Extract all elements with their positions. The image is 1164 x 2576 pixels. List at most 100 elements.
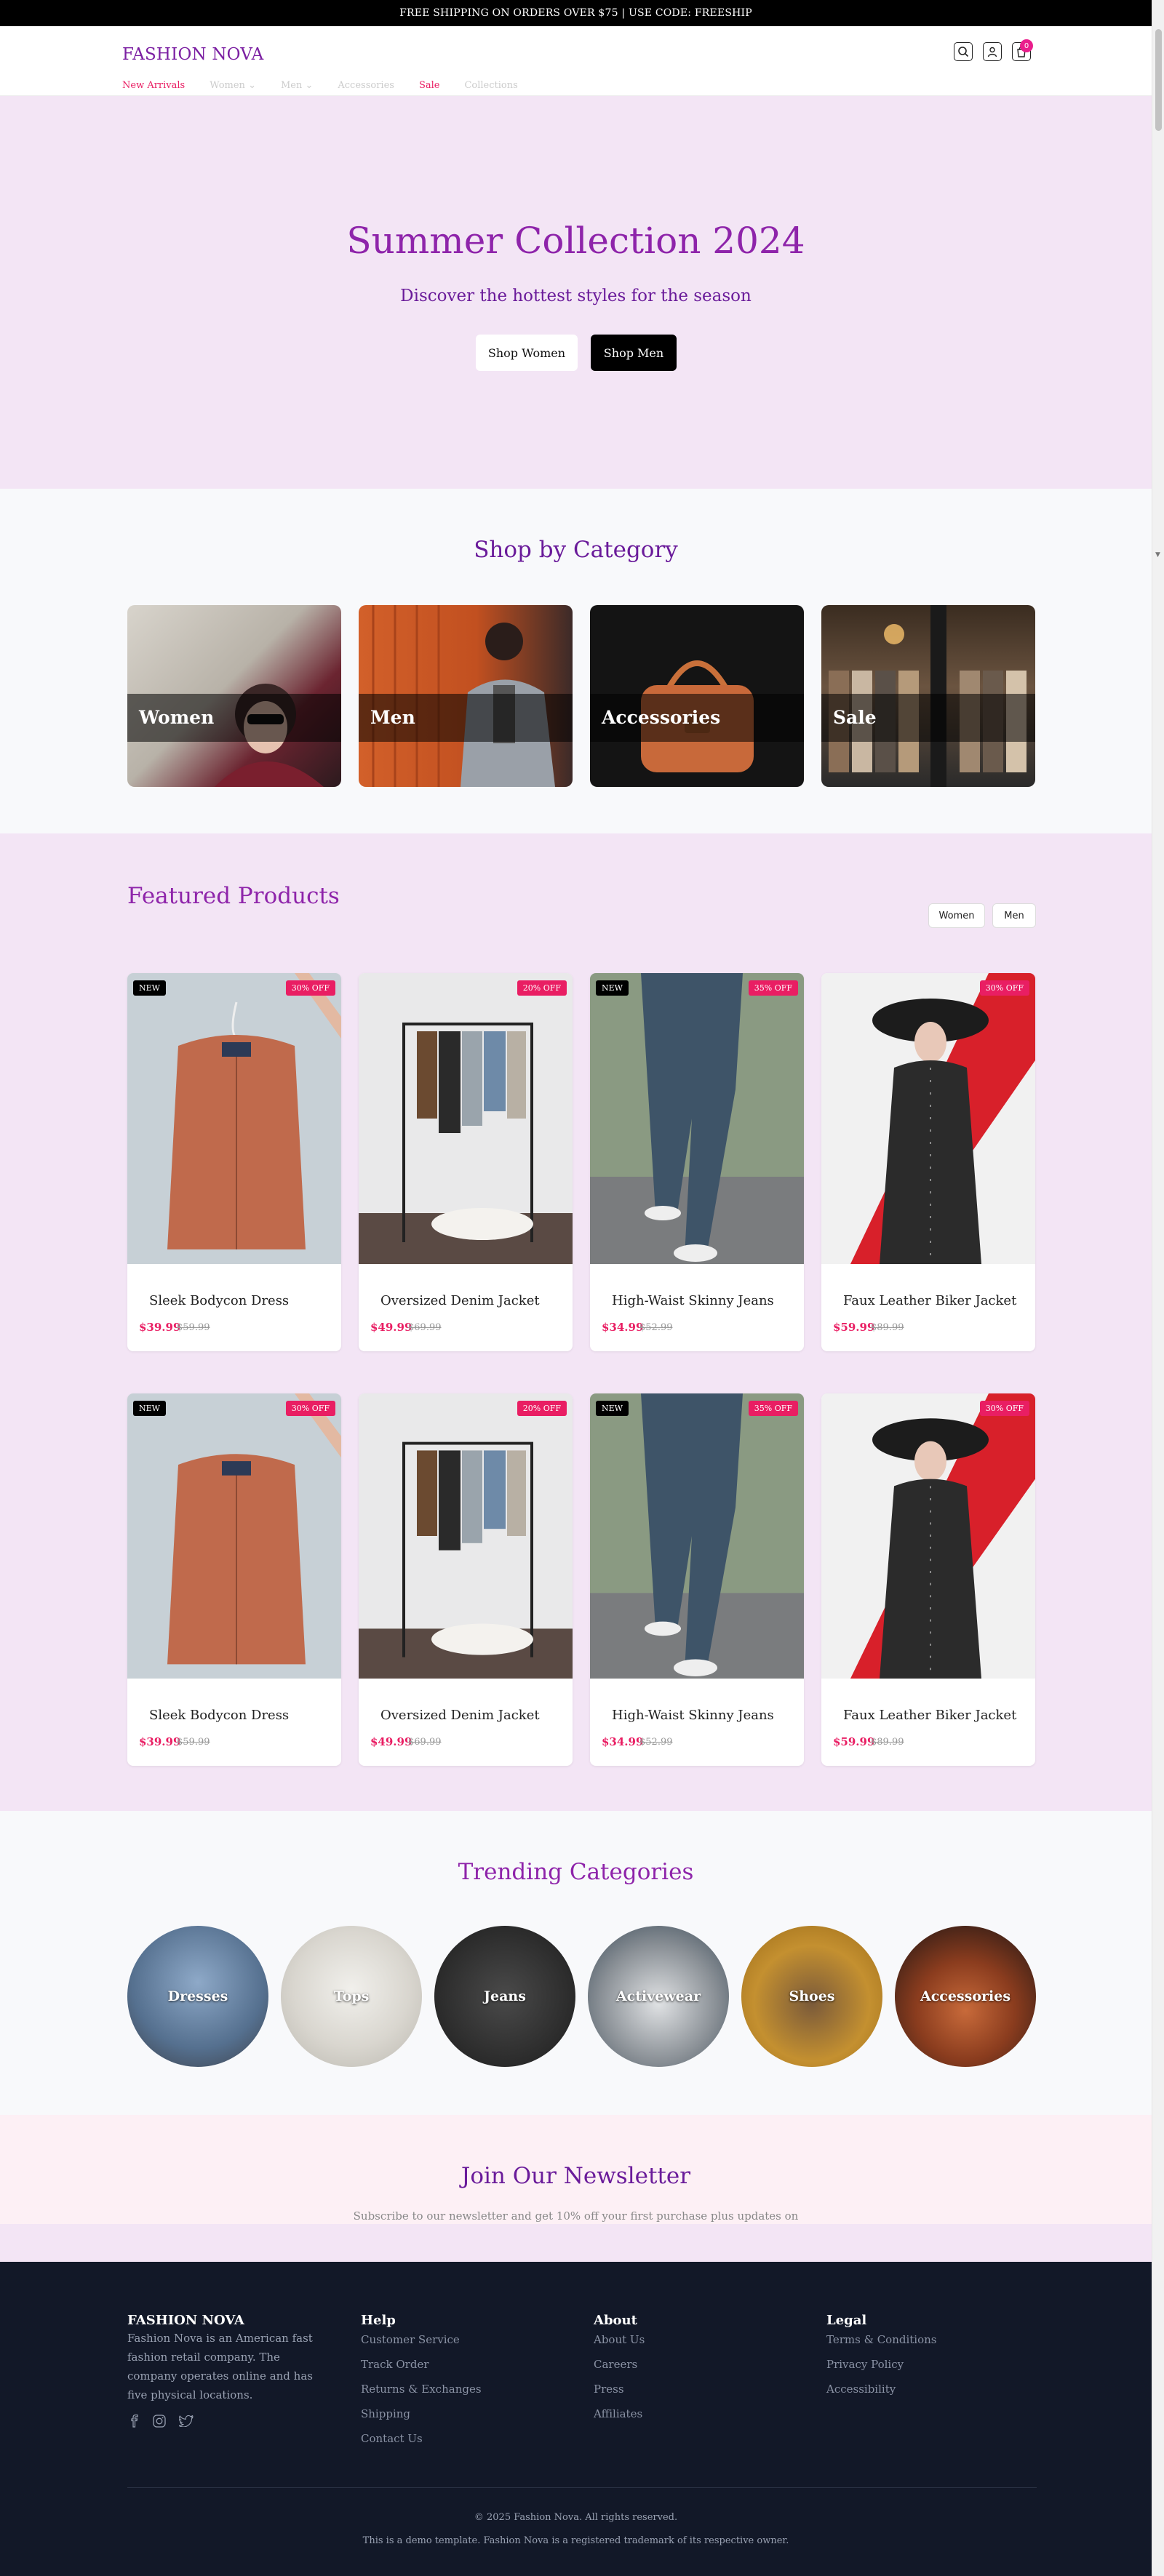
discount-badge: 35% OFF bbox=[748, 1401, 798, 1416]
trending-label: Dresses bbox=[167, 1988, 228, 2004]
main-nav: New Arrivals Women ⌄ Men ⌄ Accessories S… bbox=[122, 80, 543, 91]
product-image bbox=[359, 973, 573, 1264]
product-name: Oversized Denim Jacket bbox=[380, 1708, 540, 1723]
site-header: FASHION NOVA 0 New Arrivals Women ⌄ Men … bbox=[0, 26, 1152, 96]
product-card[interactable]: 30% OFF Faux Leather Biker Jacket $59.99… bbox=[821, 973, 1035, 1351]
product-price: $39.99 bbox=[139, 1735, 181, 1748]
product-card[interactable]: 20% OFF Oversized Denim Jacket $49.99 $6… bbox=[359, 973, 573, 1351]
product-image bbox=[127, 1393, 341, 1679]
filter-women-button[interactable]: Women bbox=[928, 903, 985, 928]
product-price: $59.99 bbox=[833, 1321, 875, 1334]
footer-about-title: About bbox=[594, 2313, 637, 2328]
nav-collections[interactable]: Collections bbox=[464, 80, 517, 91]
cart-count-badge: 0 bbox=[1020, 39, 1033, 52]
footer-link[interactable]: Returns & Exchanges bbox=[361, 2383, 482, 2396]
footer-link[interactable]: Contact Us bbox=[361, 2432, 423, 2445]
trending-item-dresses[interactable]: Dresses bbox=[127, 1926, 268, 2067]
trending-title: Trending Categories bbox=[458, 1859, 694, 1885]
footer-link[interactable]: Privacy Policy bbox=[826, 2358, 904, 2371]
product-price: $59.99 bbox=[833, 1735, 875, 1748]
new-badge: NEW bbox=[133, 980, 166, 996]
facebook-icon[interactable] bbox=[129, 2414, 140, 2431]
product-name: Sleek Bodycon Dress bbox=[149, 1293, 290, 1308]
category-label: Sale bbox=[821, 694, 1035, 742]
product-price: $34.99 bbox=[602, 1735, 644, 1748]
category-card-men[interactable]: Men bbox=[359, 605, 573, 787]
product-card[interactable]: 20% OFF Oversized Denim Jacket $49.99 $6… bbox=[359, 1393, 573, 1766]
product-card[interactable]: NEW 30% OFF Sleek Bodycon Dress $39.99 $… bbox=[127, 973, 341, 1351]
category-card-women[interactable]: Women bbox=[127, 605, 341, 787]
nav-women-label: Women bbox=[210, 80, 245, 91]
hero-title: Summer Collection 2024 bbox=[346, 220, 805, 262]
twitter-icon[interactable] bbox=[178, 2415, 194, 2430]
product-price: $39.99 bbox=[139, 1321, 181, 1334]
featured-title: Featured Products bbox=[127, 883, 340, 909]
product-image bbox=[821, 1393, 1035, 1679]
trending-item-jeans[interactable]: Jeans bbox=[434, 1926, 575, 2067]
product-card[interactable]: 30% OFF Faux Leather Biker Jacket $59.99… bbox=[821, 1393, 1035, 1766]
product-old-price: $52.99 bbox=[639, 1737, 673, 1748]
trending-label: Jeans bbox=[484, 1988, 526, 2004]
product-old-price: $69.99 bbox=[408, 1322, 442, 1333]
footer-link[interactable]: Track Order bbox=[361, 2358, 429, 2371]
footer-link[interactable]: Shipping bbox=[361, 2407, 410, 2420]
product-name: High-Waist Skinny Jeans bbox=[612, 1708, 774, 1723]
shop-men-button[interactable]: Shop Men bbox=[591, 335, 677, 371]
scrollbar-thumb[interactable] bbox=[1155, 29, 1162, 131]
discount-badge: 30% OFF bbox=[285, 1401, 335, 1416]
footer-link[interactable]: Affiliates bbox=[594, 2407, 642, 2420]
hero-subtitle: Discover the hottest styles for the seas… bbox=[400, 287, 752, 305]
product-old-price: $52.99 bbox=[639, 1322, 673, 1333]
trending-item-shoes[interactable]: Shoes bbox=[741, 1926, 882, 2067]
scroll-down-arrow[interactable]: ▼ bbox=[1155, 551, 1160, 559]
category-card-accessories[interactable]: Accessories bbox=[590, 605, 804, 787]
shop-women-button[interactable]: Shop Women bbox=[476, 335, 578, 371]
new-badge: NEW bbox=[596, 1401, 629, 1416]
footer-link[interactable]: Press bbox=[594, 2383, 624, 2396]
filter-men-button[interactable]: Men bbox=[992, 903, 1036, 928]
product-image bbox=[590, 973, 804, 1264]
category-label: Women bbox=[127, 694, 341, 742]
product-image bbox=[821, 973, 1035, 1264]
footer-link[interactable]: Customer Service bbox=[361, 2333, 460, 2346]
trending-item-accessories[interactable]: Accessories bbox=[895, 1926, 1036, 2067]
nav-men[interactable]: Men ⌄ bbox=[281, 80, 313, 91]
category-card-sale[interactable]: Sale bbox=[821, 605, 1035, 787]
product-name: Oversized Denim Jacket bbox=[380, 1293, 540, 1308]
trending-item-tops[interactable]: Tops bbox=[281, 1926, 422, 2067]
product-image bbox=[359, 1393, 573, 1679]
trending-item-activewear[interactable]: Activewear bbox=[588, 1926, 729, 2067]
newsletter-subtitle: Subscribe to our newsletter and get 10% … bbox=[353, 2209, 799, 2223]
site-footer bbox=[0, 2262, 1152, 2576]
new-badge: NEW bbox=[133, 1401, 166, 1416]
announcement-text: FREE SHIPPING ON ORDERS OVER $75 | USE C… bbox=[399, 7, 752, 19]
nav-new-arrivals[interactable]: New Arrivals bbox=[122, 80, 185, 91]
newsletter-strip bbox=[0, 2224, 1152, 2262]
footer-link[interactable]: Accessibility bbox=[826, 2383, 896, 2396]
instagram-icon[interactable] bbox=[153, 2415, 166, 2431]
footer-link[interactable]: About Us bbox=[594, 2333, 645, 2346]
category-section-title: Shop by Category bbox=[474, 537, 678, 563]
discount-badge: 35% OFF bbox=[748, 980, 798, 996]
disclaimer-text: This is a demo template. Fashion Nova is… bbox=[362, 2535, 789, 2546]
footer-divider bbox=[127, 2487, 1037, 2488]
discount-badge: 20% OFF bbox=[517, 980, 567, 996]
product-card[interactable]: NEW 35% OFF High-Waist Skinny Jeans $34.… bbox=[590, 973, 804, 1351]
nav-women[interactable]: Women ⌄ bbox=[210, 80, 256, 91]
nav-sale[interactable]: Sale bbox=[419, 80, 440, 91]
footer-link[interactable]: Terms & Conditions bbox=[826, 2333, 936, 2346]
user-icon[interactable] bbox=[983, 42, 1002, 61]
product-card[interactable]: NEW 35% OFF High-Waist Skinny Jeans $34.… bbox=[590, 1393, 804, 1766]
discount-badge: 30% OFF bbox=[979, 980, 1029, 996]
footer-link[interactable]: Careers bbox=[594, 2358, 637, 2371]
trending-label: Shoes bbox=[789, 1988, 835, 2004]
page-scrollbar[interactable]: ▼ bbox=[1152, 0, 1164, 2576]
product-card[interactable]: NEW 30% OFF Sleek Bodycon Dress $39.99 $… bbox=[127, 1393, 341, 1766]
product-name: Faux Leather Biker Jacket bbox=[843, 1293, 1017, 1308]
product-old-price: $59.99 bbox=[177, 1737, 210, 1748]
nav-accessories[interactable]: Accessories bbox=[338, 80, 394, 91]
product-old-price: $69.99 bbox=[408, 1737, 442, 1748]
search-icon[interactable] bbox=[954, 42, 973, 61]
site-logo[interactable]: FASHION NOVA bbox=[122, 45, 263, 64]
product-price: $49.99 bbox=[370, 1321, 412, 1334]
